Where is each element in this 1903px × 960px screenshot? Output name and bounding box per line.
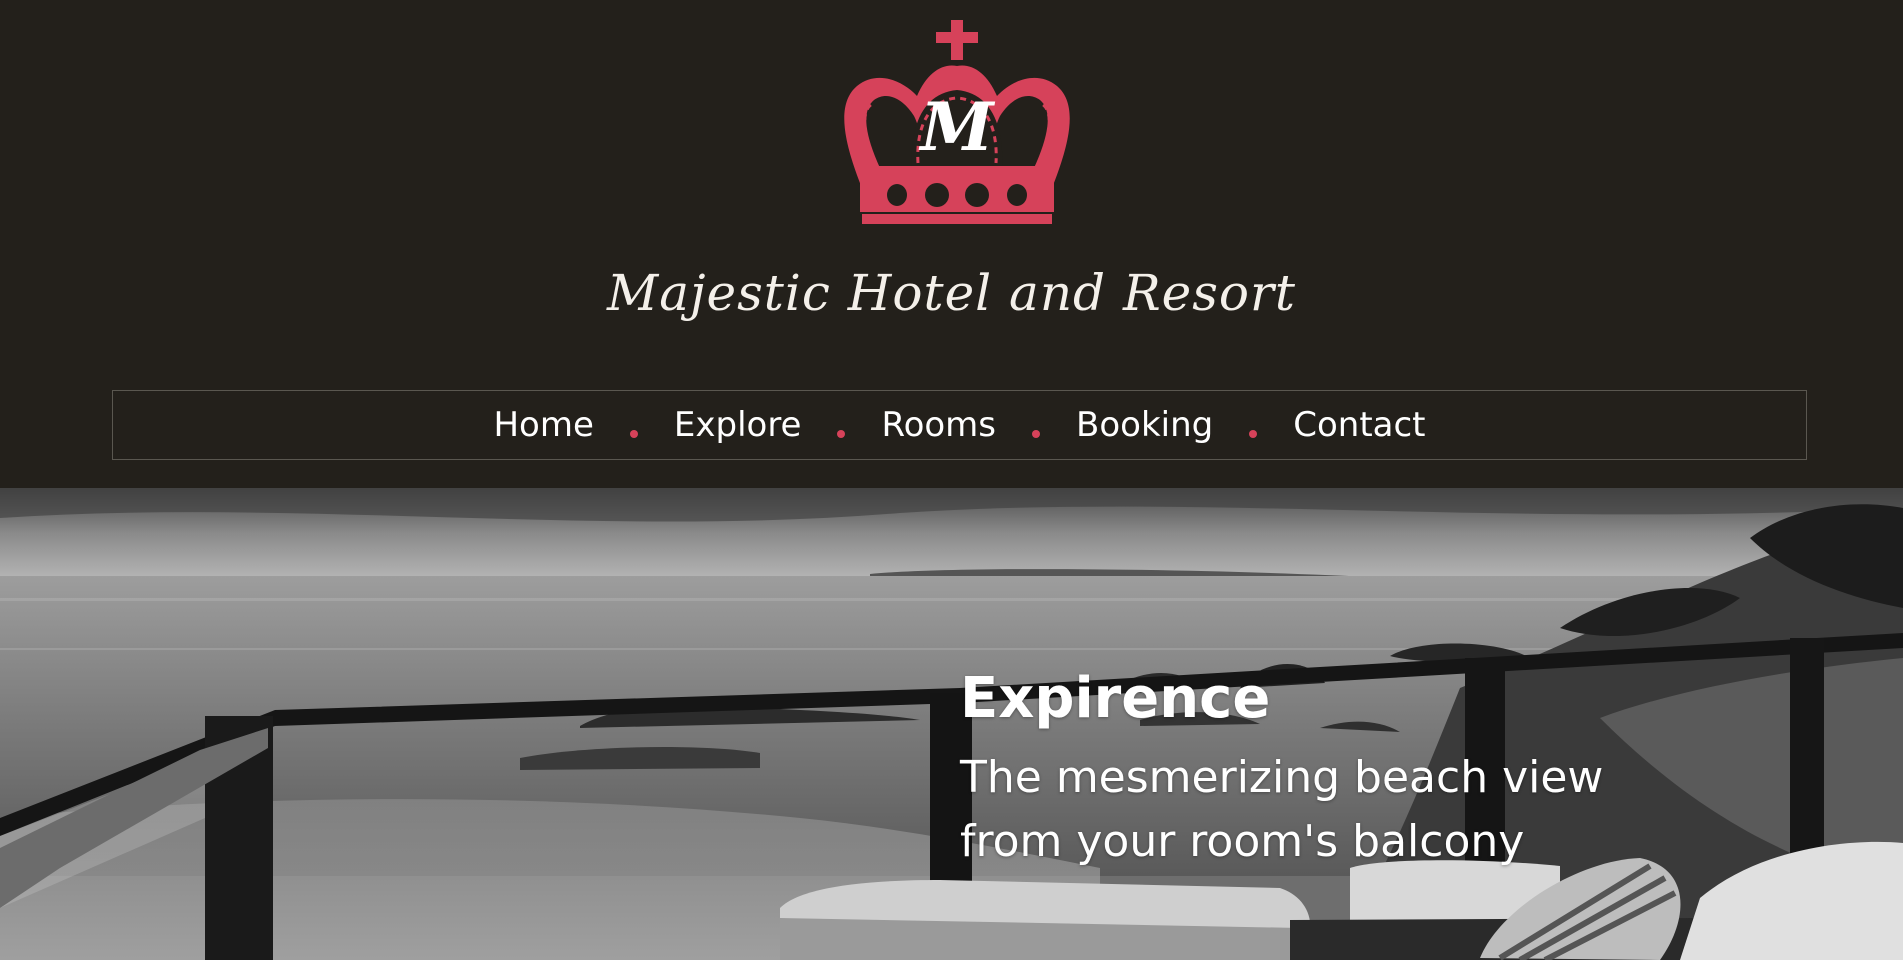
nav-explore[interactable]: Explore: [674, 390, 802, 460]
nav-contact[interactable]: Contact: [1293, 390, 1425, 460]
hero-subtitle: The mesmerizing beach view from your roo…: [960, 752, 1604, 867]
site-header: M Majestic Hotel and Resort Home Explore…: [0, 0, 1903, 488]
main-navigation: Home Explore Rooms Booking Contact: [112, 390, 1807, 460]
hero-title: Expirence: [960, 666, 1271, 731]
nav-separator-dot: [1032, 430, 1041, 438]
logo-monogram: M: [918, 88, 995, 166]
hero-banner: Expirence The mesmerizing beach view fro…: [0, 488, 1903, 960]
nav-booking[interactable]: Booking: [1076, 390, 1213, 460]
nav-separator-dot: [1249, 430, 1258, 438]
nav-separator-dot: [837, 430, 846, 438]
nav-home[interactable]: Home: [493, 390, 593, 460]
brand-name[interactable]: Majestic Hotel and Resort: [0, 262, 1903, 324]
nav-rooms[interactable]: Rooms: [881, 390, 996, 460]
crown-logo-icon[interactable]: M: [832, 18, 1082, 238]
nav-separator-dot: [629, 430, 638, 438]
beach-balcony-photo: [0, 488, 1903, 960]
